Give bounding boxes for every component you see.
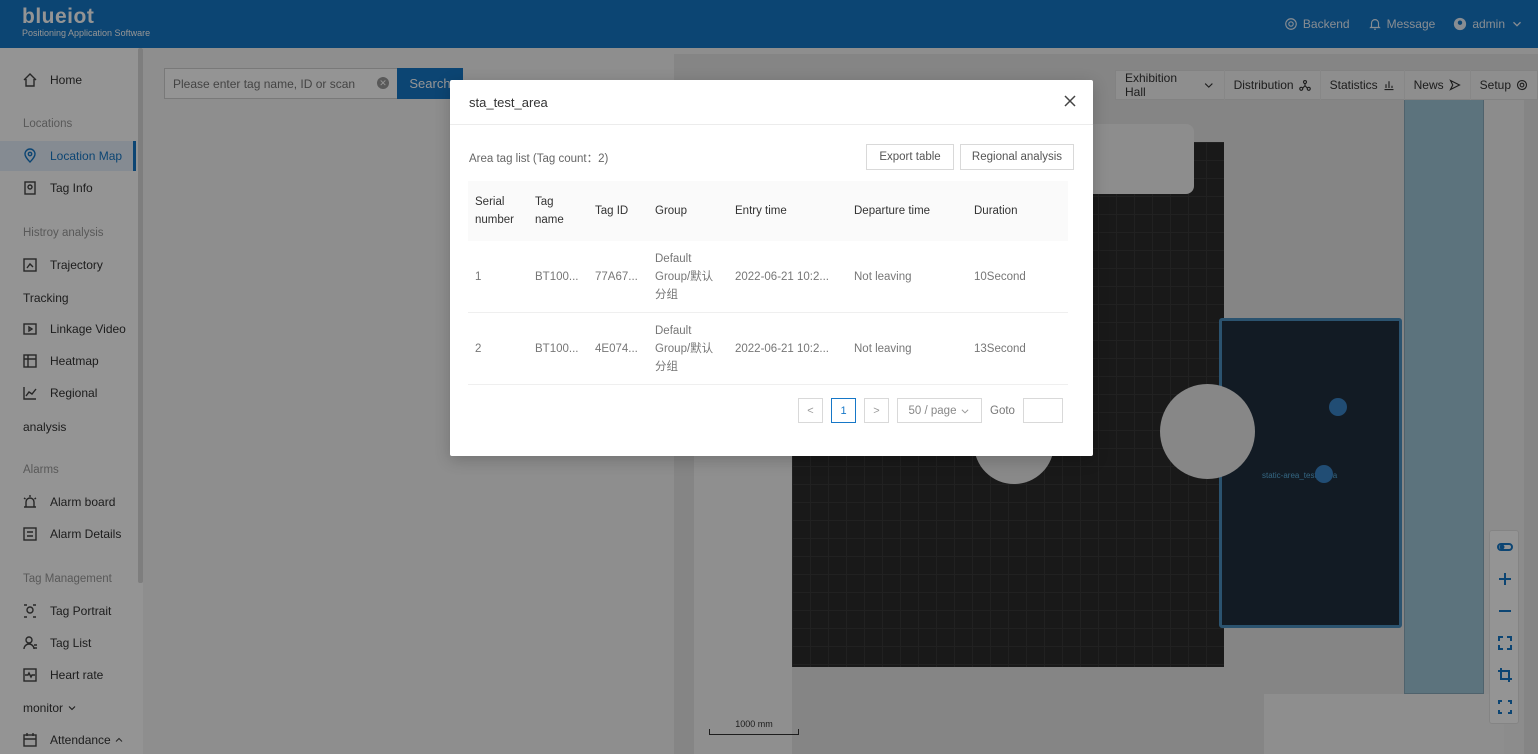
prev-page-button[interactable]: < <box>798 398 823 423</box>
close-icon <box>1064 95 1076 107</box>
cell-duration: 10Second <box>974 270 1026 283</box>
cell-entry-time: 2022-06-21 10:2... <box>735 342 829 355</box>
col-tag-name: Tag name <box>535 196 564 226</box>
cell-tag-name: BT100... <box>535 270 579 283</box>
cell-tag-id: 4E074... <box>595 342 638 355</box>
cell-tag-name: BT100... <box>535 342 579 355</box>
area-tag-table: Serial number Tag name Tag ID Group Entr… <box>468 181 1068 385</box>
cell-group: Default Group/默认分组 <box>655 252 714 301</box>
table-row[interactable]: 2 BT100... 4E074... Default Group/默认分组 2… <box>468 313 1068 385</box>
col-serial-number: Serial number <box>475 196 514 226</box>
col-duration: Duration <box>974 205 1018 217</box>
col-departure-time: Departure time <box>854 205 931 217</box>
pagination: < 1 > 50 / page Goto <box>798 398 1063 423</box>
cell-departure-time: Not leaving <box>854 270 912 283</box>
tag-count-label: Area tag list (Tag count：2) <box>469 153 609 165</box>
table-row[interactable]: 1 BT100... 77A67... Default Group/默认分组 2… <box>468 241 1068 313</box>
cell-group: Default Group/默认分组 <box>655 324 714 373</box>
regional-analysis-button[interactable]: Regional analysis <box>960 144 1074 170</box>
page-size-label: 50 / page <box>908 404 957 417</box>
page-1-button[interactable]: 1 <box>831 398 856 423</box>
col-tag-id: Tag ID <box>595 205 629 217</box>
cell-duration: 13Second <box>974 342 1026 355</box>
modal-title: sta_test_area <box>469 95 548 110</box>
chevron-down-icon <box>962 408 969 414</box>
area-tag-modal: sta_test_area Area tag list (Tag count：2… <box>450 80 1093 456</box>
next-page-button[interactable]: > <box>864 398 889 423</box>
modal-divider <box>450 124 1093 125</box>
goto-page-input[interactable] <box>1022 398 1063 423</box>
cell-tag-id: 77A67... <box>595 270 638 283</box>
col-entry-time: Entry time <box>735 205 787 217</box>
cell-serial: 1 <box>475 270 482 283</box>
close-button[interactable] <box>1063 94 1077 108</box>
page-size-select[interactable]: 50 / page <box>897 398 982 423</box>
cell-departure-time: Not leaving <box>854 342 912 355</box>
cell-serial: 2 <box>475 342 482 355</box>
cell-entry-time: 2022-06-21 10:2... <box>735 270 829 283</box>
col-group: Group <box>655 205 687 217</box>
goto-label: Goto <box>990 404 1015 417</box>
export-table-button[interactable]: Export table <box>866 144 954 170</box>
table-header: Serial number Tag name Tag ID Group Entr… <box>468 181 1068 241</box>
